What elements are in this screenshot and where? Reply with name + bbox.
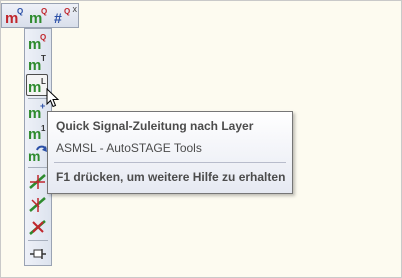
- pin-button[interactable]: [28, 244, 48, 264]
- svg-text:Q: Q: [41, 7, 47, 16]
- line-edit-button[interactable]: [28, 171, 48, 191]
- measure-layer-icon: m L: [28, 77, 46, 95]
- close-icon[interactable]: x: [73, 4, 78, 14]
- measure-rotate-button[interactable]: m: [28, 143, 48, 163]
- measure-q-icon: m Q: [5, 7, 23, 27]
- svg-text:Q: Q: [40, 33, 46, 42]
- mouse-cursor-icon: [46, 88, 60, 108]
- measure-q-button[interactable]: m Q: [4, 6, 25, 27]
- tooltip-help-text: F1 drücken, um weitere Hilfe zu erhalten: [56, 170, 286, 184]
- tooltip: Quick Signal-Zuleitung nach Layer ASMSL …: [47, 111, 293, 194]
- line-delete-icon: [29, 220, 46, 235]
- tooltip-divider: [54, 162, 286, 163]
- measure-q-alt-button[interactable]: m Q: [28, 6, 49, 27]
- line-delete-button[interactable]: [28, 217, 48, 237]
- floating-toolbar-horizontal[interactable]: m Q m Q # Q x: [1, 3, 79, 28]
- measure-add-button[interactable]: m +: [28, 101, 48, 121]
- measure-layer-button[interactable]: m L: [26, 74, 48, 96]
- svg-text:m: m: [28, 126, 41, 142]
- measure-q-alt-icon: m Q: [29, 7, 47, 27]
- svg-text:L: L: [41, 77, 46, 86]
- measure-rotate-icon: m: [28, 145, 47, 163]
- svg-text:m: m: [28, 148, 40, 163]
- svg-text:T: T: [41, 54, 46, 63]
- svg-text:1: 1: [41, 124, 46, 133]
- toolbar-separator: [28, 240, 48, 241]
- measure-add-icon: m +: [28, 101, 45, 121]
- measure-t-button[interactable]: m T: [28, 53, 48, 73]
- tooltip-subtitle: ASMSL - AutoSTAGE Tools: [56, 141, 202, 155]
- svg-text:Q: Q: [64, 7, 70, 16]
- line-edit-icon: [29, 174, 46, 189]
- toolbar-separator: [28, 98, 48, 99]
- measure-one-icon: m 1: [28, 124, 46, 142]
- svg-text:Q: Q: [17, 7, 23, 16]
- svg-text:#: #: [54, 10, 62, 26]
- hash-q-icon: # Q: [54, 7, 70, 26]
- line-edit-2-icon: [29, 197, 46, 212]
- toolbar-separator: [28, 167, 48, 168]
- measure-one-button[interactable]: m 1: [28, 122, 48, 142]
- svg-text:m: m: [28, 57, 41, 73]
- measure-q-button[interactable]: m Q: [28, 32, 48, 52]
- measure-t-icon: m T: [28, 54, 46, 73]
- tooltip-title: Quick Signal-Zuleitung nach Layer: [56, 119, 254, 133]
- pin-icon: [30, 249, 46, 259]
- hash-q-button[interactable]: # Q: [52, 6, 73, 27]
- svg-text:m: m: [28, 79, 41, 95]
- line-edit-2-button[interactable]: [28, 194, 48, 214]
- measure-q-icon: m Q: [28, 33, 46, 52]
- svg-text:+: +: [40, 101, 45, 111]
